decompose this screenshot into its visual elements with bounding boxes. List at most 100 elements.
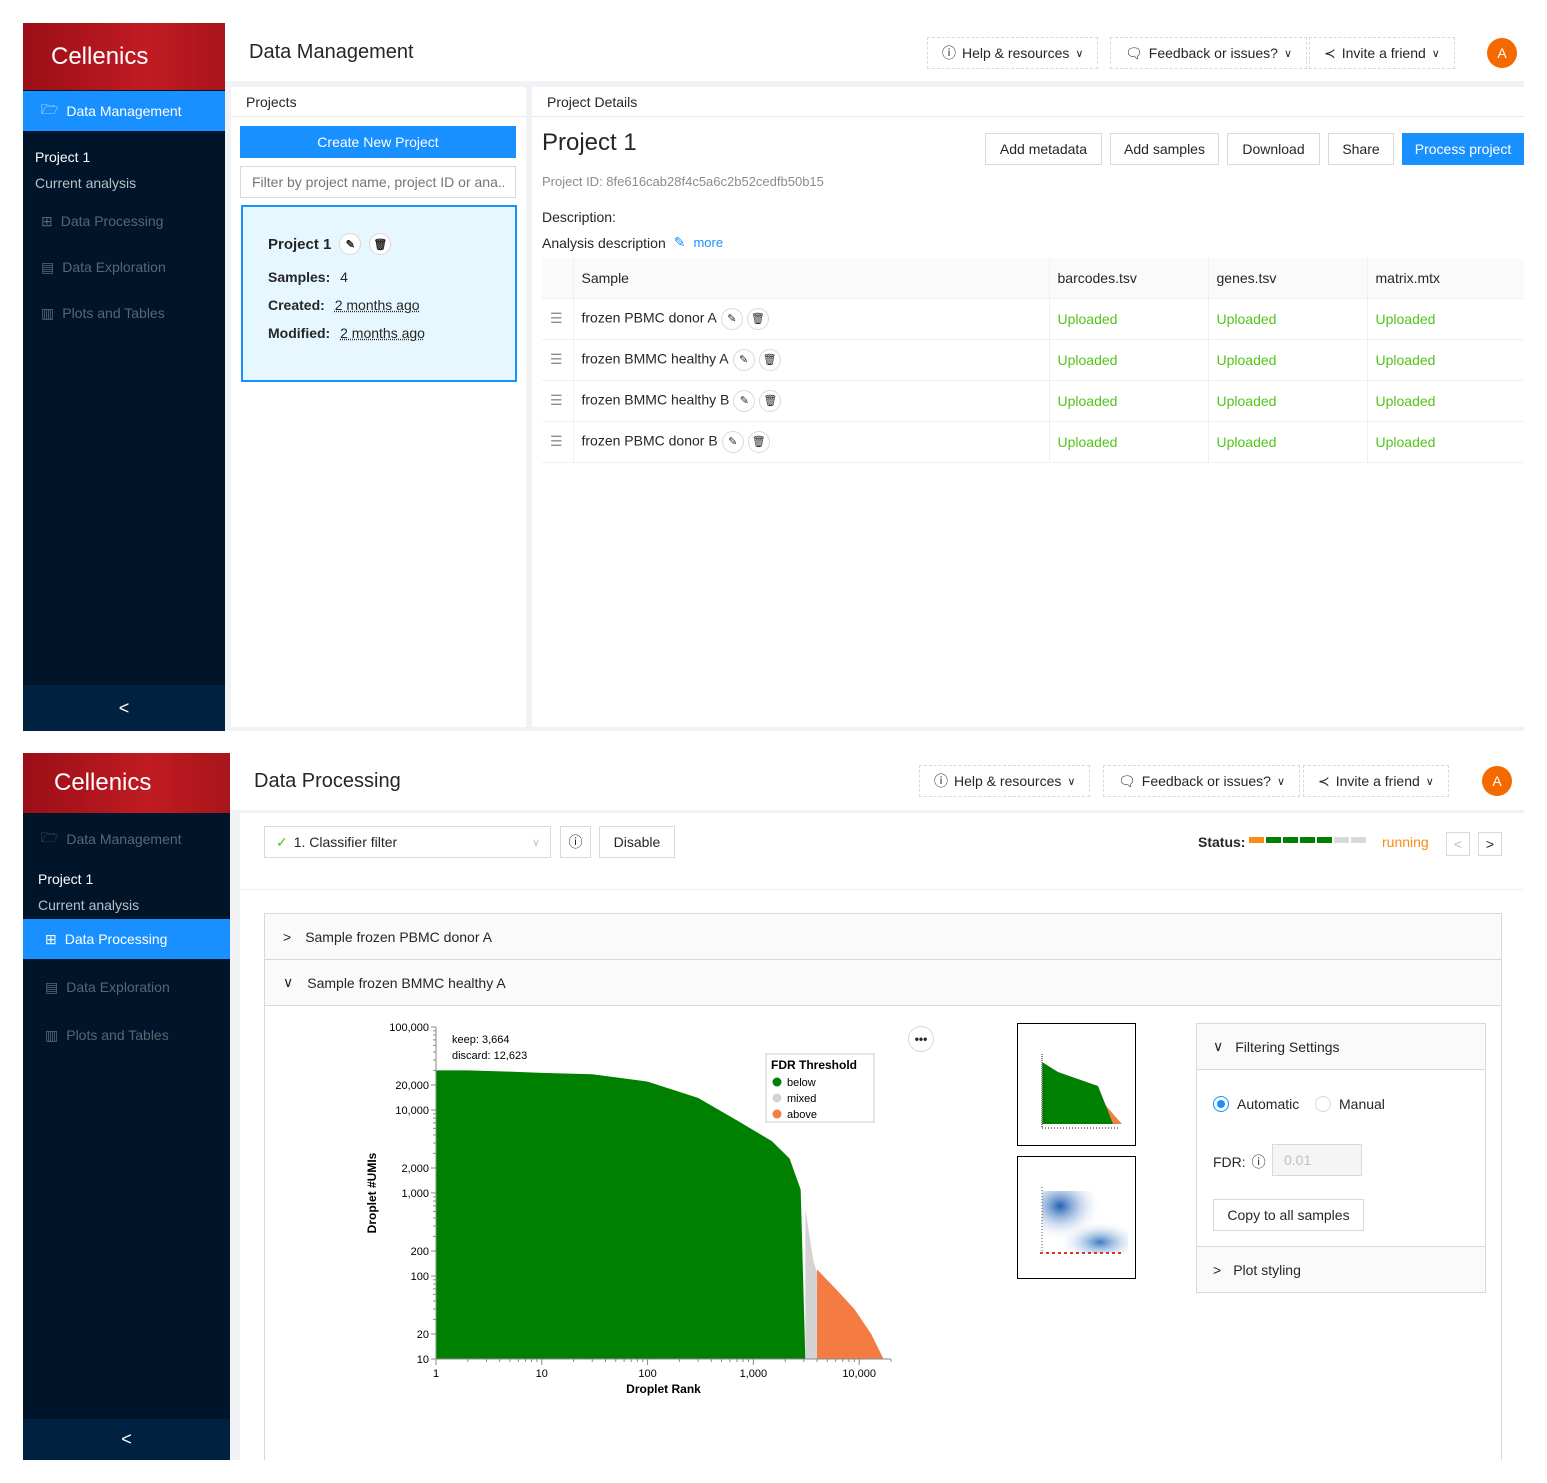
delete-icon[interactable]: 🗑 bbox=[747, 430, 770, 453]
y-tick-label: 10,000 bbox=[395, 1105, 429, 1117]
fund-icon: ▤ bbox=[45, 978, 59, 995]
info-button[interactable]: ⓘ bbox=[560, 826, 591, 858]
mini-heatmap-plot[interactable] bbox=[1017, 1156, 1136, 1279]
project-card[interactable]: Project 1 ✎ 🗑 Samples: 4 Created: 2 mont… bbox=[241, 205, 517, 382]
nav-current-analysis: Current analysis bbox=[35, 175, 137, 191]
manual-radio[interactable]: Manual bbox=[1315, 1096, 1385, 1112]
processing-content: ✓ 1. Classifier filter ∨ ⓘ Disable Statu… bbox=[240, 813, 1524, 1460]
automatic-radio[interactable]: Automatic bbox=[1213, 1096, 1299, 1112]
delete-icon[interactable]: 🗑 bbox=[758, 348, 781, 371]
nav-plots-tables[interactable]: ▥ Plots and Tables bbox=[23, 293, 225, 333]
comment-icon: 🗨 bbox=[1125, 44, 1143, 61]
sample-panel-header[interactable]: ∨ Sample frozen BMMC healthy A bbox=[265, 960, 1501, 1006]
help-resources-button[interactable]: ⓘ Help & resources ∨ bbox=[927, 37, 1099, 69]
edit-icon[interactable]: ✎ bbox=[732, 348, 755, 371]
col-header-sample[interactable]: Sample bbox=[572, 258, 1049, 299]
info-circle-icon[interactable]: ⓘ bbox=[1252, 1152, 1266, 1172]
delete-icon[interactable]: 🗑 bbox=[746, 307, 769, 330]
prev-step-button[interactable]: < bbox=[1446, 832, 1470, 856]
barcodes-status: Uploaded bbox=[1048, 339, 1208, 381]
page-title: Data Processing bbox=[254, 770, 401, 792]
drag-handle-icon[interactable]: ☰ bbox=[542, 380, 573, 422]
chevron-down-icon: ∨ bbox=[1431, 47, 1440, 60]
sidebar-collapse-button[interactable]: < bbox=[23, 685, 225, 731]
legend-marker-above bbox=[772, 1109, 782, 1119]
legend-marker-below bbox=[772, 1077, 782, 1087]
series-area-below bbox=[436, 1070, 806, 1359]
invite-friend-button[interactable]: ≺ Invite a friend ∨ bbox=[1309, 37, 1455, 69]
invite-friend-button[interactable]: ≺ Invite a friend ∨ bbox=[1303, 765, 1449, 797]
status-segment bbox=[1334, 837, 1349, 843]
sample-name: frozen BMMC healthy A bbox=[581, 350, 729, 367]
status-progress bbox=[1249, 837, 1366, 843]
samples-collapse: > Sample frozen PBMC donor A ∨ Sample fr… bbox=[264, 913, 1502, 1460]
nav-data-exploration[interactable]: ▤ Data Exploration bbox=[23, 247, 225, 287]
drag-handle-icon[interactable]: ☰ bbox=[542, 339, 573, 381]
step-select[interactable]: ✓ 1. Classifier filter ∨ bbox=[264, 826, 551, 858]
delete-icon[interactable]: 🗑 bbox=[369, 233, 392, 255]
sample-panel-header[interactable]: > Sample frozen PBMC donor A bbox=[265, 914, 1501, 960]
copy-to-all-samples-button[interactable]: Copy to all samples bbox=[1213, 1199, 1364, 1231]
drag-col-header bbox=[542, 258, 573, 299]
process-project-button[interactable]: Process project bbox=[1402, 133, 1524, 165]
col-header-barcodes[interactable]: barcodes.tsv bbox=[1048, 258, 1208, 299]
delete-icon[interactable]: 🗑 bbox=[759, 389, 782, 412]
legend-label-above: above bbox=[787, 1109, 817, 1121]
user-avatar[interactable]: A bbox=[1487, 38, 1517, 68]
plot-styling-header[interactable]: > Plot styling bbox=[1197, 1246, 1485, 1292]
feedback-button[interactable]: 🗨 Feedback or issues? ∨ bbox=[1103, 765, 1301, 797]
table-row: ☰ frozen BMMC healthy B ✎ 🗑 Uploaded Uploa… bbox=[542, 380, 1524, 422]
chevron-right-icon: > bbox=[1213, 1261, 1222, 1278]
sidebar-collapse-button[interactable]: < bbox=[23, 1419, 230, 1460]
disable-button[interactable]: Disable bbox=[599, 826, 675, 858]
project-filter-input[interactable] bbox=[240, 166, 516, 198]
more-link[interactable]: more bbox=[693, 235, 723, 250]
drag-handle-icon[interactable]: ☰ bbox=[542, 421, 573, 463]
nav-data-exploration[interactable]: ▤ Data Exploration bbox=[23, 967, 230, 1007]
edit-icon[interactable]: ✎ bbox=[720, 307, 743, 330]
create-project-button[interactable]: Create New Project bbox=[240, 126, 516, 158]
sidebar: Cellenics 🗁 Data Management Project 1 Cu… bbox=[23, 753, 230, 1460]
more-options-button[interactable]: ••• bbox=[908, 1026, 934, 1052]
mini-knee-thumbnail bbox=[1041, 1054, 1122, 1129]
help-resources-button[interactable]: ⓘ Help & resources ∨ bbox=[919, 765, 1091, 797]
matrix-status: Uploaded bbox=[1366, 298, 1524, 340]
share-button[interactable]: Share bbox=[1328, 133, 1394, 165]
user-avatar[interactable]: A bbox=[1482, 766, 1512, 796]
download-button[interactable]: Download bbox=[1227, 133, 1320, 165]
matrix-status: Uploaded bbox=[1366, 421, 1524, 463]
col-header-matrix[interactable]: matrix.mtx bbox=[1366, 258, 1524, 299]
y-tick-label: 200 bbox=[411, 1246, 429, 1258]
add-samples-button[interactable]: Add samples bbox=[1110, 133, 1219, 165]
projects-panel: Projects Create New Project Project 1 ✎ … bbox=[231, 87, 526, 727]
nav-plots-tables[interactable]: ▥ Plots and Tables bbox=[23, 1015, 230, 1055]
nav-data-management[interactable]: 🗁 Data Management bbox=[23, 91, 225, 131]
brand-logo[interactable]: Cellenics bbox=[23, 753, 230, 813]
filtering-settings-header[interactable]: ∨ Filtering Settings bbox=[1197, 1024, 1485, 1070]
projects-title: Projects bbox=[231, 87, 526, 117]
mini-knee-plot[interactable] bbox=[1017, 1023, 1136, 1146]
brand-logo[interactable]: Cellenics bbox=[23, 23, 225, 90]
keep-discard-annotation: discard: 12,623 bbox=[452, 1050, 527, 1062]
next-step-button[interactable]: > bbox=[1478, 832, 1502, 856]
add-metadata-button[interactable]: Add metadata bbox=[985, 133, 1102, 165]
fdr-input[interactable]: 0.01 bbox=[1272, 1144, 1362, 1176]
edit-icon[interactable]: ✎ bbox=[733, 389, 756, 412]
keep-discard-annotation: keep: 3,664 bbox=[452, 1034, 510, 1046]
chevron-left-icon: < bbox=[121, 1429, 132, 1449]
chevron-down-icon: ∨ bbox=[1067, 775, 1076, 788]
edit-description-icon[interactable]: ✎ bbox=[674, 234, 686, 251]
top-header: Data Management ⓘ Help & resources ∨ 🗨 F… bbox=[225, 23, 1524, 81]
drag-handle-icon[interactable]: ☰ bbox=[542, 298, 573, 340]
nav-data-management[interactable]: 🗁 Data Management bbox=[23, 819, 230, 859]
feedback-button[interactable]: 🗨 Feedback or issues? ∨ bbox=[1110, 37, 1308, 69]
chevron-left-icon: < bbox=[1453, 836, 1463, 852]
edit-icon[interactable]: ✎ bbox=[339, 233, 362, 255]
col-header-genes[interactable]: genes.tsv bbox=[1207, 258, 1367, 299]
genes-status: Uploaded bbox=[1207, 380, 1367, 422]
nav-data-processing[interactable]: ⊞ Data Processing bbox=[23, 201, 225, 241]
legend-label-below: below bbox=[787, 1077, 816, 1089]
edit-icon[interactable]: ✎ bbox=[721, 430, 744, 453]
nav-project-title: Project 1 bbox=[38, 871, 94, 887]
nav-data-processing[interactable]: ⊞ Data Processing bbox=[23, 919, 230, 959]
